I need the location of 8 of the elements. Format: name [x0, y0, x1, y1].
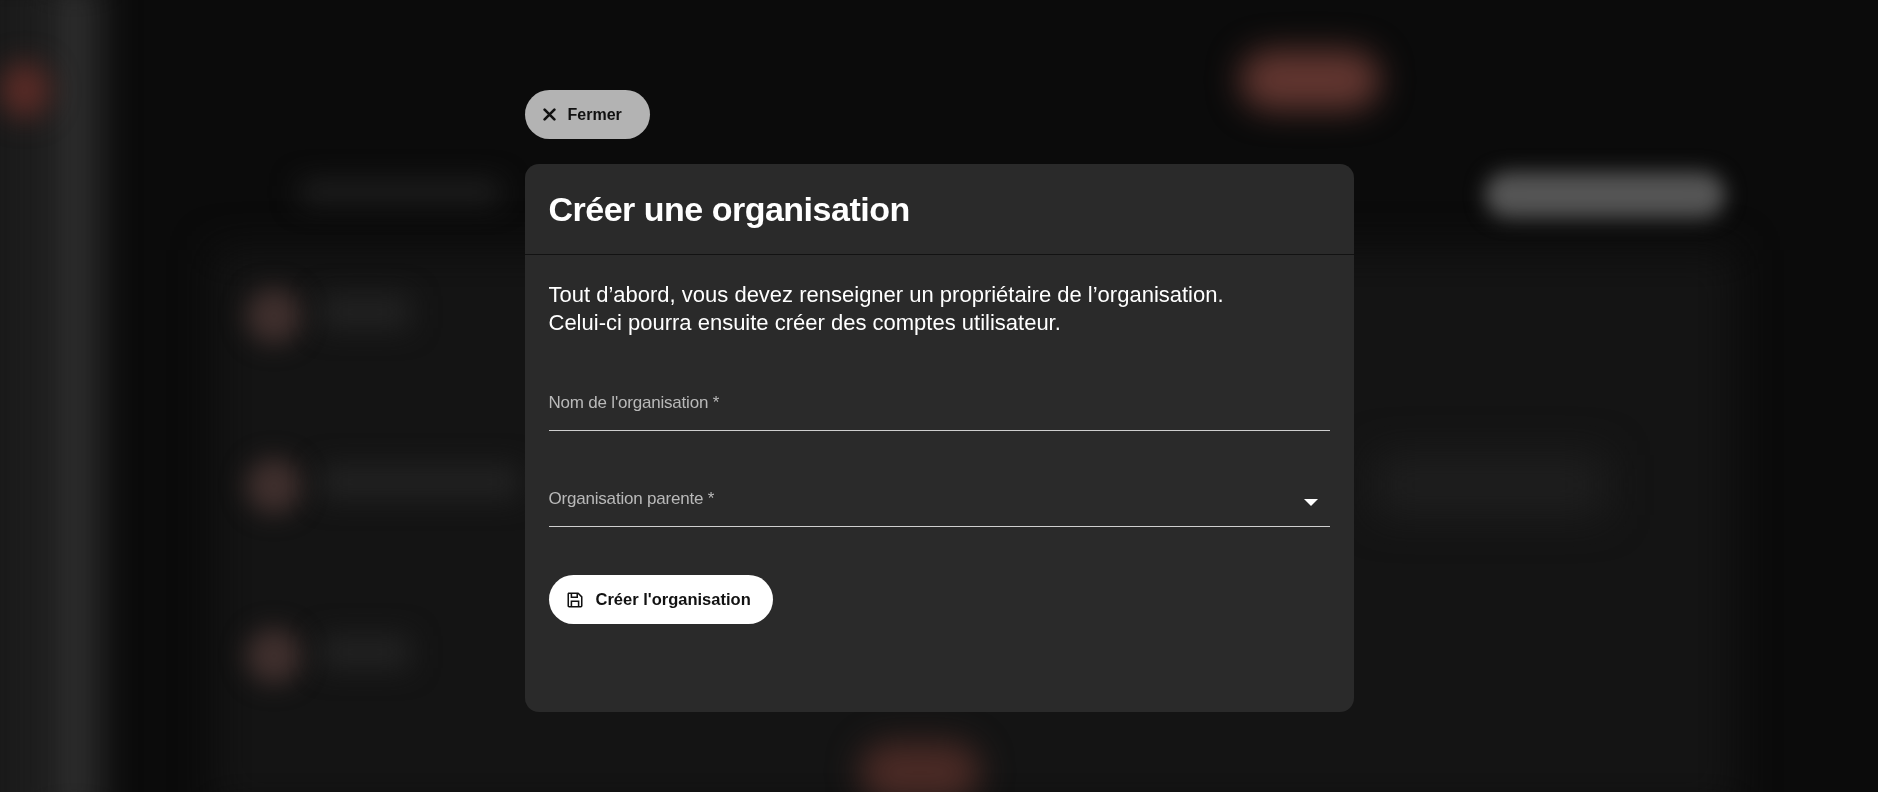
text-field[interactable]: Nom de l'organisation * [548, 374, 1330, 431]
create-organisation-button[interactable]: Créer l'organisation [548, 575, 773, 624]
close-icon [542, 108, 556, 121]
dialog-title: Créer une organisation [548, 189, 911, 230]
caret-down-icon [1303, 498, 1318, 506]
close-button[interactable]: Fermer [524, 90, 650, 139]
intro-text: Tout d’abord, vous devez renseigner un propriétaire de l’organisation. Celui-ci pourra ensuite créer des comptes utilisateur. [548, 281, 1224, 337]
select-field[interactable]: Organisation parente * [548, 470, 1330, 527]
